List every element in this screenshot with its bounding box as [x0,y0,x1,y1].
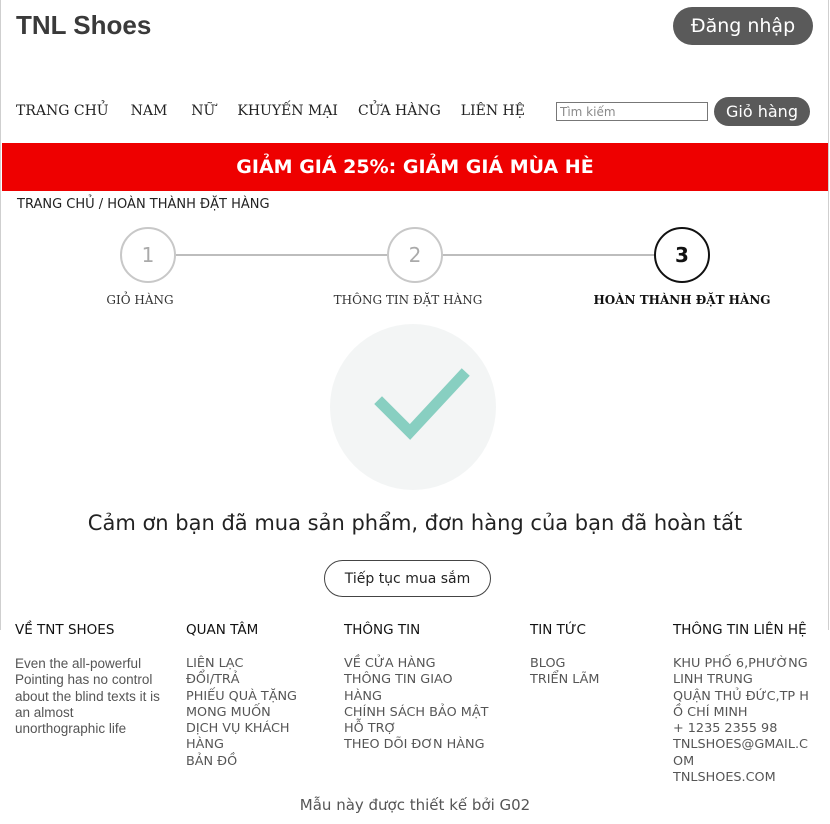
nav-item-home[interactable]: TRANG CHỦ [16,103,109,119]
step-1-label: GIỎ HÀNG [106,293,174,307]
footer-news: TIN TỨC BLOG TRIỂN LÃM [530,622,640,689]
nav-item-men[interactable]: NAM [131,103,168,119]
footer-contact-email[interactable]: TNLSHOES@GMAIL.COM [673,737,813,770]
footer-contact-address-1: KHU PHỐ 6,PHƯỜNG LINH TRUNG [673,656,808,688]
nav-item-stores[interactable]: CỬA HÀNG [358,103,441,119]
footer-link-wishlist[interactable]: MONG MUỐN [186,705,316,721]
footer-contact-title: THÔNG TIN LIÊN HỆ [673,622,807,638]
search-input[interactable] [556,102,708,121]
step-3-circle: 3 [654,227,710,283]
main-nav: TRANG CHỦ NAM NỮ KHUYẾN MẠI CỬA HÀNG LIÊ… [16,103,547,119]
footer-about-title: VỀ TNT SHOES [15,622,115,638]
footer-about: VỀ TNT SHOES Even the all-powerful Point… [15,622,165,737]
footer-link-support[interactable]: HỖ TRỢ [344,721,494,737]
footer-contact-address-2: QUẬN THỦ ĐỨC,TP HỒ CHÍ MINH [673,688,809,720]
nav-item-contact[interactable]: LIÊN HỆ [461,103,525,119]
footer-credit: Mẫu này được thiết kế bởi G02 [299,796,531,814]
check-icon [374,368,470,440]
breadcrumb: TRANG CHỦ / HOÀN THÀNH ĐẶT HÀNG [17,197,270,212]
step-connector-2 [442,254,655,256]
footer-link-shipping-info[interactable]: THÔNG TIN GIAO HÀNG [344,672,494,705]
footer-contact-phone: + 1235 2355 98 [673,721,778,737]
breadcrumb-text: TRANG CHỦ / HOÀN THÀNH ĐẶT HÀNG [17,197,270,212]
footer-interest-title: QUAN TÂM [186,622,259,638]
footer-link-gift-voucher[interactable]: PHIẾU QUÀ TẶNG [186,689,316,705]
footer-link-map[interactable]: BẢN ĐỒ [186,754,316,770]
footer-interest: QUAN TÂM LIÊN LẠC ĐỔI/TRẢ PHIẾU QUÀ TẶNG… [186,622,316,770]
nav-item-women[interactable]: NỮ [191,103,215,119]
page-frame-right [828,0,829,630]
step-1-circle: 1 [120,227,176,283]
login-button[interactable]: Đăng nhập [673,7,813,45]
footer-link-returns[interactable]: ĐỔI/TRẢ [186,672,316,688]
footer-link-contact[interactable]: LIÊN LẠC [186,656,316,672]
footer-link-blog[interactable]: BLOG [530,656,640,672]
footer-link-customer-service[interactable]: DỊCH VỤ KHÁCH HÀNG [186,721,316,754]
site-logo[interactable]: TNL Shoes [16,10,151,41]
cart-button[interactable]: Giỏ hàng [714,97,810,126]
step-connector-1 [175,254,388,256]
success-badge [330,324,496,490]
continue-shopping-button[interactable]: Tiếp tục mua sắm [324,560,491,597]
footer-link-privacy-policy[interactable]: CHÍNH SÁCH BẢO MẬT [344,705,494,721]
step-3-label: HOÀN THÀNH ĐẶT HÀNG [593,293,771,307]
step-2-label: THÔNG TIN ĐẶT HÀNG [333,293,483,307]
page-frame-left [0,0,1,630]
footer-link-exhibition[interactable]: TRIỂN LÃM [530,672,640,688]
success-message: Cảm ơn bạn đã mua sản phẩm, đơn hàng của… [87,511,743,535]
nav-item-promotions[interactable]: KHUYẾN MẠI [237,103,338,119]
footer-link-about-store[interactable]: VỀ CỬA HÀNG [344,656,494,672]
footer-info: THÔNG TIN VỀ CỬA HÀNG THÔNG TIN GIAO HÀN… [344,622,494,754]
footer-news-title: TIN TỨC [530,622,586,638]
footer-link-track-order[interactable]: THEO DÕI ĐƠN HÀNG [344,737,494,753]
footer-about-text: Even the all-powerful Pointing has no co… [15,656,160,737]
footer-info-title: THÔNG TIN [344,622,421,638]
step-2-circle: 2 [387,227,443,283]
footer-contact-website[interactable]: TNLSHOES.COM [673,770,813,786]
footer-contact: THÔNG TIN LIÊN HỆ KHU PHỐ 6,PHƯỜNG LINH … [673,622,813,786]
promo-banner: GIẢM GIÁ 25%: GIẢM GIÁ MÙA HÈ [2,143,828,191]
